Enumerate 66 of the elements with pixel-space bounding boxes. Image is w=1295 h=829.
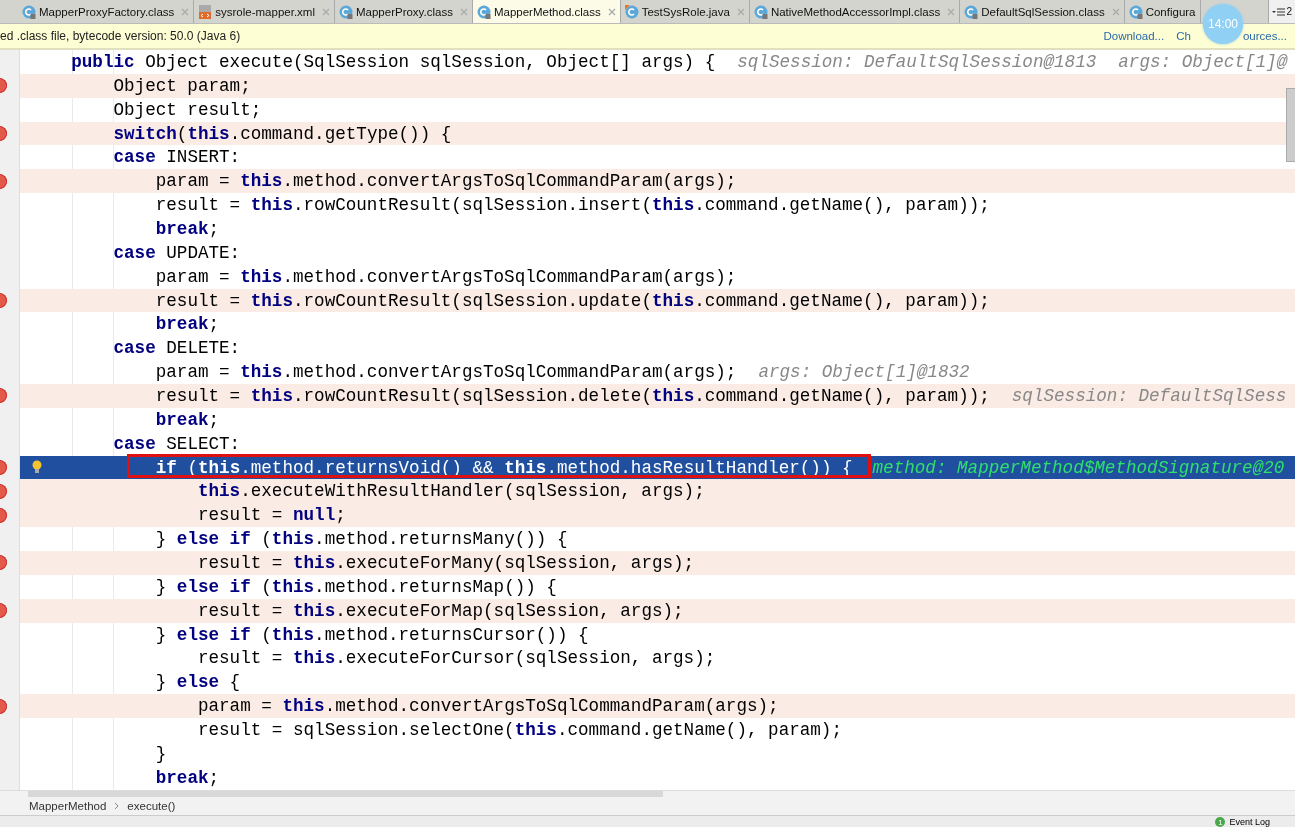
class-file-icon	[753, 4, 768, 19]
code-text: break;	[155, 218, 220, 239]
code-text: switch(this.command.getType()) {	[113, 123, 452, 144]
code-text: param = this.method.convertArgsToSqlCommandParam(args);	[197, 696, 779, 717]
code-text: case DELETE:	[113, 338, 241, 359]
debug-value-hint: sqlSession: DefaultSqlSess	[1011, 385, 1287, 406]
class-file-icon	[476, 4, 491, 19]
chevron-icon	[114, 802, 120, 810]
class-file-icon	[964, 4, 979, 19]
code-text: public Object execute(SqlSession sqlSession, Object[] args) {	[71, 51, 716, 72]
link[interactable]: ources...	[1242, 30, 1287, 42]
code-text: result = this.executeForMap(sqlSession, args);	[197, 600, 684, 621]
horizontal-scrollbar[interactable]	[28, 791, 663, 797]
code-text: }	[155, 743, 167, 764]
editor-tab[interactable]: MapperProxyFactory.class	[18, 0, 195, 23]
info-message: ed .class file, bytecode version: 50.0 (Java 6)	[0, 29, 242, 43]
debug-value-hint: args: Object[1]@	[1118, 51, 1288, 72]
code-text: case INSERT:	[113, 147, 241, 168]
code-text: param = this.method.convertArgsToSqlCommandParam(args);	[155, 362, 737, 383]
code-text: result = this.rowCountResult(sqlSession.update(this.command.getName(), param));	[155, 290, 990, 311]
java-class-icon	[624, 4, 639, 19]
editor-tab[interactable]: sysrole-mapper.xml	[194, 0, 335, 23]
debug-value-hint: sqlSession: DefaultSqlSession@1813	[737, 51, 1097, 72]
code-text: break;	[155, 409, 220, 430]
editor-tab[interactable]: MapperMethod.class	[472, 0, 621, 23]
event-log-button[interactable]: Event Log	[1229, 817, 1270, 827]
code-text: break;	[155, 767, 220, 788]
editor-tab[interactable]: Configura	[1124, 0, 1201, 23]
scrollbar-thumb[interactable]	[1286, 88, 1295, 162]
editor-tab[interactable]: DefaultSqlSession.class	[960, 0, 1125, 23]
debug-value-hint: method: MapperMethod$MethodSignature@20	[872, 457, 1285, 478]
code-text: } else {	[155, 672, 241, 693]
code-text: } else if (this.method.returnsMany()) {	[155, 529, 568, 550]
code-text: param = this.method.convertArgsToSqlCommandParam(args);	[155, 171, 737, 192]
close-icon[interactable]	[607, 7, 616, 16]
code-text: Object param;	[113, 75, 251, 96]
notification-count: 1	[1215, 817, 1226, 827]
code-text: result = this.rowCountResult(sqlSession.insert(this.command.getName(), param));	[155, 195, 990, 216]
editor-tab[interactable]: TestSysRole.java	[620, 0, 750, 23]
breadcrumb-item[interactable]: MapperMethod	[29, 800, 107, 812]
class-file-icon	[22, 4, 36, 19]
link[interactable]: Download...	[1103, 30, 1165, 42]
breadcrumb-item[interactable]: execute()	[127, 800, 176, 812]
code-text: result = this.rowCountResult(sqlSession.delete(this.command.getName(), param));	[155, 385, 990, 406]
code-text: } else if (this.method.returnsMap()) {	[155, 576, 557, 597]
code-text: } else if (this.method.returnsCursor()) {	[155, 624, 589, 645]
code-text: case SELECT:	[113, 433, 241, 454]
editor-tab[interactable]: MapperProxy.class	[335, 0, 473, 23]
xml-file-icon	[198, 4, 213, 19]
class-file-icon	[1128, 4, 1143, 19]
lightbulb-icon[interactable]	[32, 459, 42, 474]
code-text: result = this.executeForMany(sqlSession, args);	[197, 552, 695, 573]
debug-value-hint: args: Object[1]@1832	[758, 362, 970, 383]
code-text: param = this.method.convertArgsToSqlCommandParam(args);	[155, 266, 737, 287]
code-text: case UPDATE:	[113, 242, 241, 263]
menu-icon	[1272, 6, 1287, 17]
tab-overflow-button[interactable]: 2	[1268, 0, 1295, 23]
code-text: break;	[155, 314, 220, 335]
code-text: this.executeWithResultHandler(sqlSession, args);	[197, 481, 705, 502]
code-text: result = null;	[197, 505, 346, 526]
code-text: result = this.executeForCursor(sqlSession, args);	[197, 648, 716, 669]
code-text: result = sqlSession.selectOne(this.command.getName(), param);	[197, 720, 842, 740]
class-file-icon	[339, 4, 353, 19]
editor-tab[interactable]: NativeMethodAccessorImpl.class	[749, 0, 961, 23]
code-text: Object result;	[113, 99, 262, 120]
link[interactable]: Ch	[1176, 30, 1191, 42]
